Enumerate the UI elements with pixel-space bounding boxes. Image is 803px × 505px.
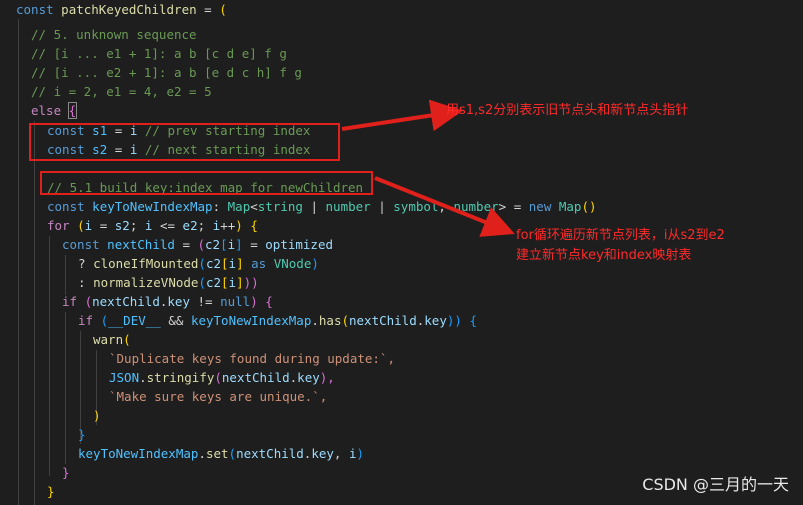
code-editor[interactable]: const patchKeyedChildren = ( // 5. unkno… — [0, 0, 803, 505]
annotation-note-pointers: 用s1,s2分别表示旧节点头和新节点头指针 — [446, 103, 689, 118]
watermark: CSDN @三月的一天 — [642, 475, 789, 494]
annotation-note-loop: for循环遍历新节点列表，i从s2到e2 — [516, 228, 725, 243]
annotation-note-map: 建立新节点key和index映射表 — [516, 248, 692, 263]
arrow-to-note2 — [374, 176, 515, 237]
arrow-to-note1 — [341, 99, 463, 132]
